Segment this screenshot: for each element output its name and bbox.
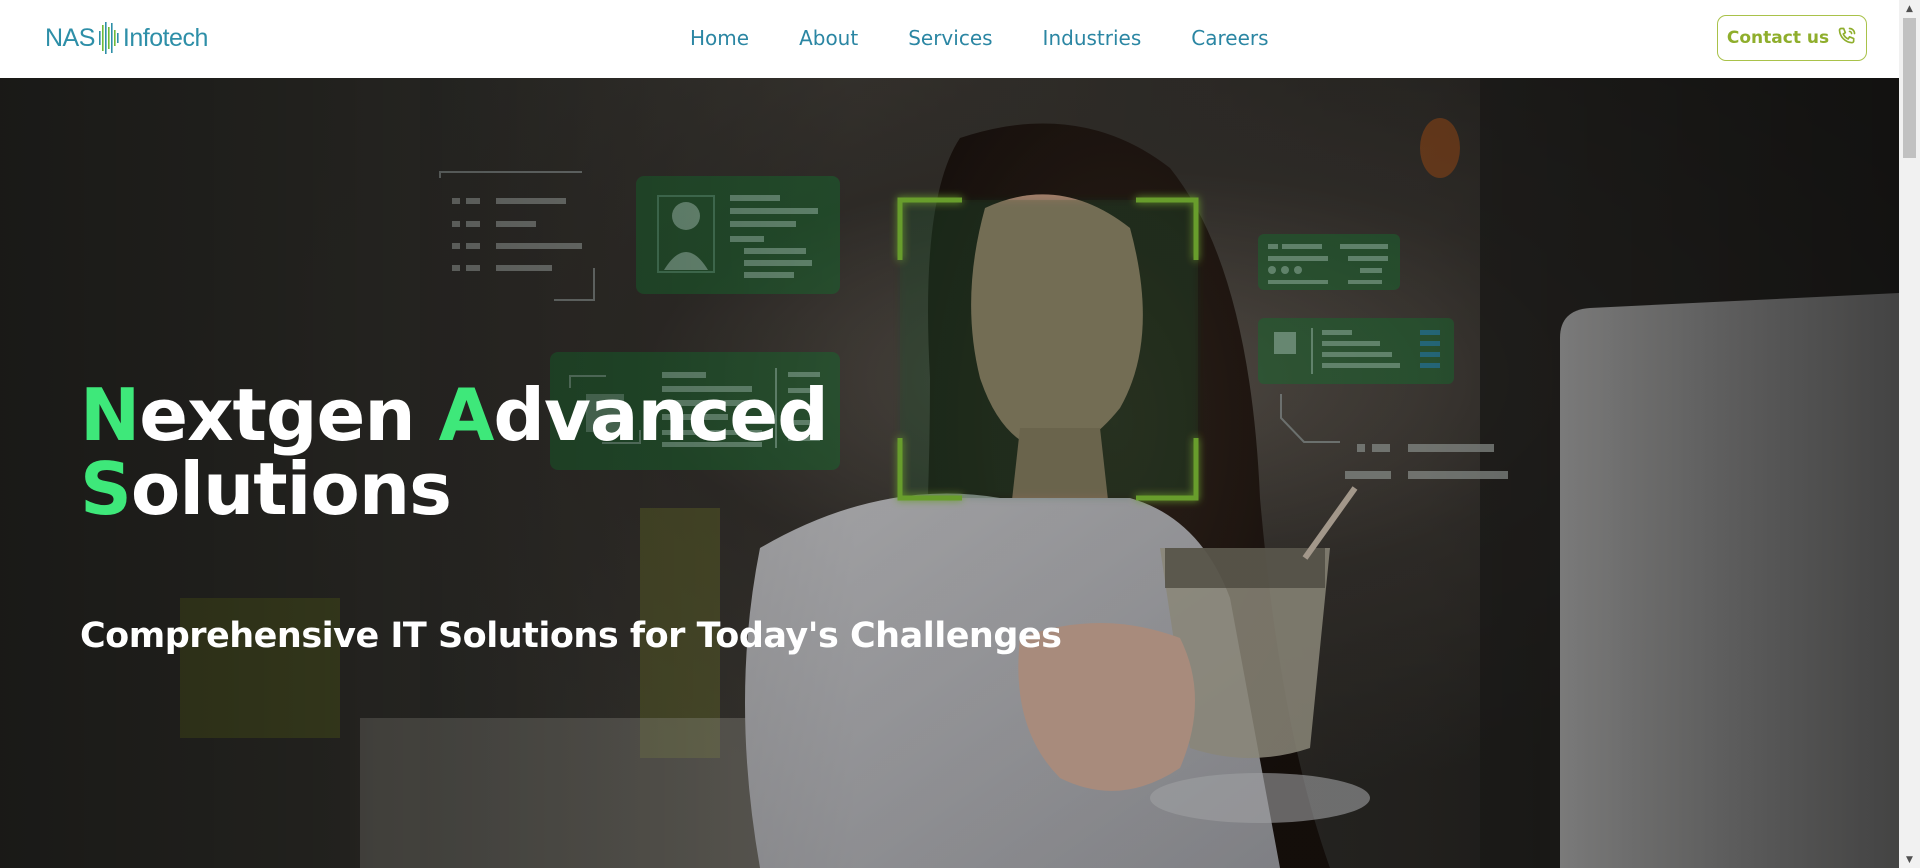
site-header: NAS Infotech Home About Services Industr…	[0, 0, 1899, 78]
hero-section: Nextgen Advanced Solutions Comprehensive…	[0, 78, 1899, 868]
title-word-advanced: dvanced	[493, 373, 828, 457]
contact-us-button[interactable]: Contact us	[1717, 15, 1867, 61]
logo-text-nas: NAS	[45, 23, 95, 52]
nav-services[interactable]: Services	[908, 24, 992, 52]
scroll-up-arrow-icon[interactable]: ▲	[1899, 0, 1920, 17]
equalizer-bars-icon	[98, 21, 120, 55]
title-initial-s: S	[80, 447, 132, 531]
main-nav: Home About Services Industries Careers	[690, 24, 1319, 52]
scroll-thumb[interactable]	[1903, 18, 1916, 158]
site-logo[interactable]: NAS Infotech	[45, 18, 208, 58]
hero-title: Nextgen Advanced Solutions	[80, 378, 829, 526]
contact-us-label: Contact us	[1726, 28, 1830, 48]
nav-about[interactable]: About	[799, 24, 858, 52]
hero-subtitle: Comprehensive IT Solutions for Today's C…	[80, 616, 1062, 656]
phone-icon	[1837, 26, 1857, 51]
scroll-down-arrow-icon[interactable]: ▼	[1899, 851, 1920, 868]
title-word-solutions: olutions	[130, 447, 452, 531]
nav-industries[interactable]: Industries	[1043, 24, 1142, 52]
logo-text-infotech: Infotech	[122, 23, 208, 52]
page-scrollbar[interactable]: ▲ ▼	[1899, 0, 1920, 868]
nav-careers[interactable]: Careers	[1191, 24, 1268, 52]
title-word-nextgen: extgen	[139, 373, 415, 457]
title-initial-n: N	[80, 373, 140, 457]
nav-home[interactable]: Home	[690, 24, 749, 52]
title-initial-a: A	[438, 373, 495, 457]
